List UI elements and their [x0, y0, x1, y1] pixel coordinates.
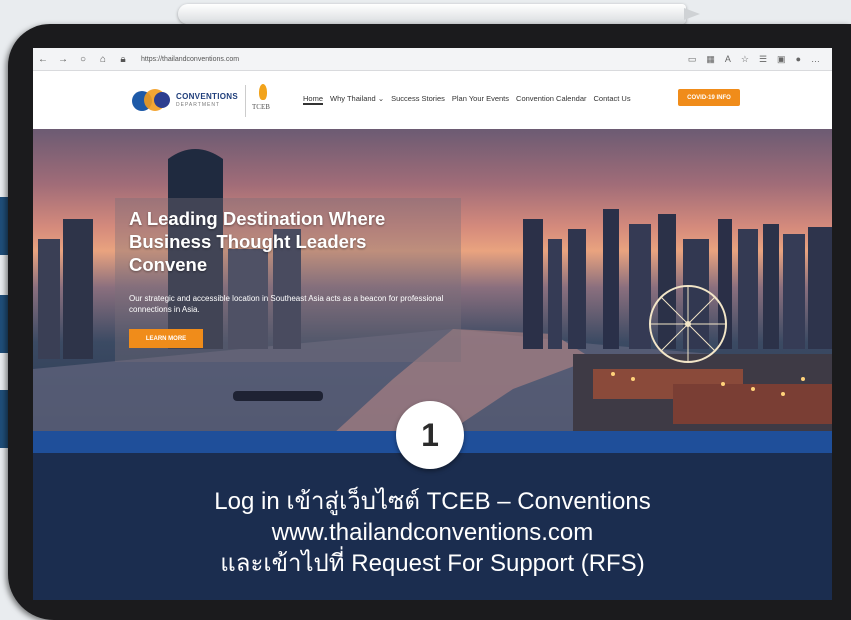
- menu-item-why-thailand[interactable]: Why Thailand ⌄: [330, 94, 384, 105]
- favorite-star-icon[interactable]: ☆: [741, 54, 749, 65]
- hero-subtitle: Our strategic and accessible location in…: [129, 294, 444, 314]
- logo-divider: [245, 85, 246, 117]
- refresh-icon[interactable]: ○: [73, 54, 93, 65]
- covid-info-button[interactable]: COVID-19 INFO: [678, 89, 740, 106]
- caption-line-2: www.thailandconventions.com: [271, 519, 594, 546]
- browser-toolbar: ← → ○ ⌂ 🔒︎ https://thailandconventions.c…: [33, 48, 832, 71]
- reader-view-icon[interactable]: ▭: [688, 54, 697, 65]
- menu-item-plan-your-events[interactable]: Plan Your Events: [452, 94, 509, 105]
- browser-toolbar-icons: ▭ ▦ A ☆ ☰ ▣ ● …: [688, 54, 832, 65]
- tablet-screen: ← → ○ ⌂ 🔒︎ https://thailandconventions.c…: [33, 48, 832, 600]
- menu-item-contact-us[interactable]: Contact Us: [594, 94, 631, 105]
- instruction-caption: Log in เข้าสู่เว็บไซต์ TCEB – Convention…: [33, 486, 832, 579]
- collections-icon[interactable]: ▣: [777, 54, 786, 65]
- favorites-list-icon[interactable]: ☰: [759, 54, 767, 65]
- home-icon[interactable]: ⌂: [93, 54, 113, 65]
- logo-text[interactable]: CONVENTIONS: [176, 92, 238, 101]
- profile-icon[interactable]: ●: [796, 54, 801, 65]
- menu-item-convention-calendar[interactable]: Convention Calendar: [516, 94, 586, 105]
- address-bar[interactable]: https://thailandconventions.com: [141, 56, 239, 63]
- hero-title: A Leading Destination Where Business Tho…: [129, 208, 386, 275]
- hero-banner: A Leading Destination Where Business Tho…: [33, 129, 832, 434]
- more-icon[interactable]: …: [811, 54, 820, 65]
- step-number-badge: 1: [396, 401, 464, 469]
- grid-icon[interactable]: ▦: [706, 54, 715, 65]
- menu-item-success-stories[interactable]: Success Stories: [391, 94, 445, 105]
- menu-item-home[interactable]: Home: [303, 94, 324, 105]
- forward-arrow-icon[interactable]: →: [53, 54, 73, 65]
- stylus-tip: [684, 8, 700, 20]
- learn-more-button[interactable]: LEARN MORE: [129, 329, 203, 348]
- tceb-logo-text: TCEB: [252, 103, 270, 111]
- back-arrow-icon[interactable]: ←: [33, 54, 53, 65]
- translate-icon[interactable]: A: [725, 54, 731, 65]
- main-menu: Home Why Thailand ⌄ Success Stories Plan…: [303, 94, 631, 105]
- tceb-flame-icon: [259, 84, 267, 100]
- stylus-pencil: [178, 4, 700, 24]
- caption-line-3: และเข้าไปที่ Request For Support (RFS): [220, 550, 645, 577]
- logo-subtext: DEPARTMENT: [176, 102, 220, 108]
- site-header: CONVENTIONS DEPARTMENT TCEB Home Why Tha…: [33, 71, 832, 129]
- lock-icon: 🔒︎: [120, 53, 126, 65]
- conventions-logo-icon[interactable]: [132, 89, 172, 111]
- caption-line-1: Log in เข้าสู่เว็บไซต์ TCEB – Convention…: [214, 488, 651, 515]
